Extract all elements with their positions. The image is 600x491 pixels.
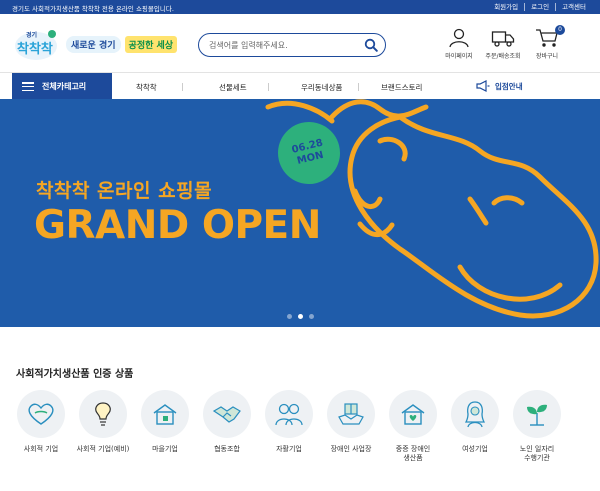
nav-item-chakchakchak[interactable]: 착착착 (136, 82, 157, 93)
slide-dot[interactable] (286, 314, 292, 319)
cert-label: 마을기업 (152, 445, 178, 453)
handshake-icon (212, 406, 241, 423)
signup-link[interactable]: 회원가입 (488, 3, 526, 11)
mypage-label: 마이페이지 (445, 53, 473, 60)
menu-icon (22, 82, 34, 91)
all-categories-button[interactable]: 전체카테고리 (12, 73, 112, 100)
cert-label: 장애인 사업장 (330, 445, 372, 453)
certification-list: 사회적 기업 사회적 기업(예비) 마을기업 협동조합 자활기업 장애인 사업장… (17, 390, 561, 463)
nav-divider (358, 83, 359, 91)
all-categories-label: 전체카테고리 (42, 82, 87, 91)
cart-label: 장바구니 (535, 53, 559, 60)
logo-mark-icon: 경기 착착착 (15, 30, 57, 60)
house-heart-icon (401, 404, 425, 425)
login-link[interactable]: 로그인 (525, 3, 557, 11)
section-title: 사회적가치생산품 인증 상품 (16, 369, 134, 380)
cert-severe-disability-products[interactable]: 중증 장애인 생산품 (389, 390, 437, 463)
slide-indicators (0, 314, 600, 319)
mypage-button[interactable]: 마이페이지 (437, 28, 481, 60)
order-tracking-label: 주문/배송조회 (485, 53, 521, 60)
order-tracking-button[interactable]: 주문/배송조회 (481, 28, 525, 60)
main-nav: 전체카테고리 착착착 선물세트 우리동네상품 브랜드스토리 입점안내 (0, 72, 600, 100)
cert-social-enterprise[interactable]: 사회적 기업 (17, 390, 65, 463)
search-box (198, 33, 386, 57)
vendor-entry-label: 입점안내 (495, 81, 523, 91)
cert-label: 노인 일자리 수행기관 (519, 445, 555, 462)
nav-item-brand-story[interactable]: 브랜드스토리 (381, 82, 422, 93)
cert-label: 여성기업 (462, 445, 488, 453)
person-icon (449, 28, 469, 48)
sprout-icon (527, 404, 547, 426)
search-icon[interactable] (364, 38, 378, 52)
slogan-part1: 새로운 경기 (66, 36, 121, 53)
top-links: 회원가입 로그인 고객센터 (488, 3, 586, 11)
cert-cooperative[interactable]: 협동조합 (203, 390, 251, 463)
house-icon (153, 404, 177, 425)
nav-divider (182, 83, 183, 91)
logo-main-text: 착착착 (17, 41, 53, 57)
banner-title: 착착착 온라인 쇼핑몰 (36, 180, 213, 202)
banner-headline: GRAND OPEN (34, 203, 321, 248)
cert-label: 중증 장애인 생산품 (395, 445, 431, 462)
search-input[interactable] (209, 37, 359, 53)
cert-senior-job-agency[interactable]: 노인 일자리 수행기관 (513, 390, 561, 463)
people-icon (275, 403, 303, 426)
gift-hands-icon (338, 403, 364, 425)
nav-item-local-products[interactable]: 우리동네상품 (301, 82, 342, 93)
slogan: 새로운 경기 공정한 세상 (66, 36, 178, 53)
lightbulb-icon (95, 402, 111, 426)
nav-item-gift-set[interactable]: 선물세트 (219, 82, 247, 93)
site-logo[interactable]: 경기 착착착 (12, 24, 60, 64)
slide-dot[interactable] (308, 314, 314, 319)
vendor-entry-link[interactable]: 입점안내 (476, 80, 523, 92)
logo-top-text: 경기 (26, 31, 37, 39)
cert-label: 사회적 기업 (23, 445, 59, 453)
cert-women-enterprise[interactable]: 여성기업 (451, 390, 499, 463)
cart-button[interactable]: 0 장바구니 (525, 25, 569, 60)
slide-dot-active[interactable] (297, 314, 303, 319)
site-notice: 경기도 사회적가치생산품 착착착 전용 온라인 쇼핑몰입니다. (12, 5, 174, 13)
cert-label: 협동조합 (214, 445, 240, 453)
slogan-part2: 공정한 세상 (124, 36, 178, 53)
cart-count-badge: 0 (555, 25, 565, 35)
heart-icon (28, 403, 54, 425)
hero-banner[interactable]: 06.28 MON 착착착 온라인 쇼핑몰 GRAND OPEN (0, 99, 600, 327)
cert-label: 자활기업 (276, 445, 302, 453)
cert-preliminary-social-enterprise[interactable]: 사회적 기업(예비) (77, 390, 129, 463)
cert-village-enterprise[interactable]: 마을기업 (141, 390, 189, 463)
customer-center-link[interactable]: 고객센터 (556, 3, 586, 11)
nav-divider (268, 83, 269, 91)
cert-disabled-workplace[interactable]: 장애인 사업장 (327, 390, 375, 463)
truck-icon (491, 31, 515, 47)
woman-icon (464, 401, 486, 428)
megaphone-icon (476, 80, 490, 92)
cert-self-support-enterprise[interactable]: 자활기업 (265, 390, 313, 463)
cert-label: 사회적 기업(예비) (76, 445, 130, 453)
header: 경기 착착착 새로운 경기 공정한 세상 마이페이지 주문/배송조회 (0, 14, 600, 72)
top-bar: 경기도 사회적가치생산품 착착착 전용 온라인 쇼핑몰입니다. 회원가입 로그인… (0, 0, 600, 14)
